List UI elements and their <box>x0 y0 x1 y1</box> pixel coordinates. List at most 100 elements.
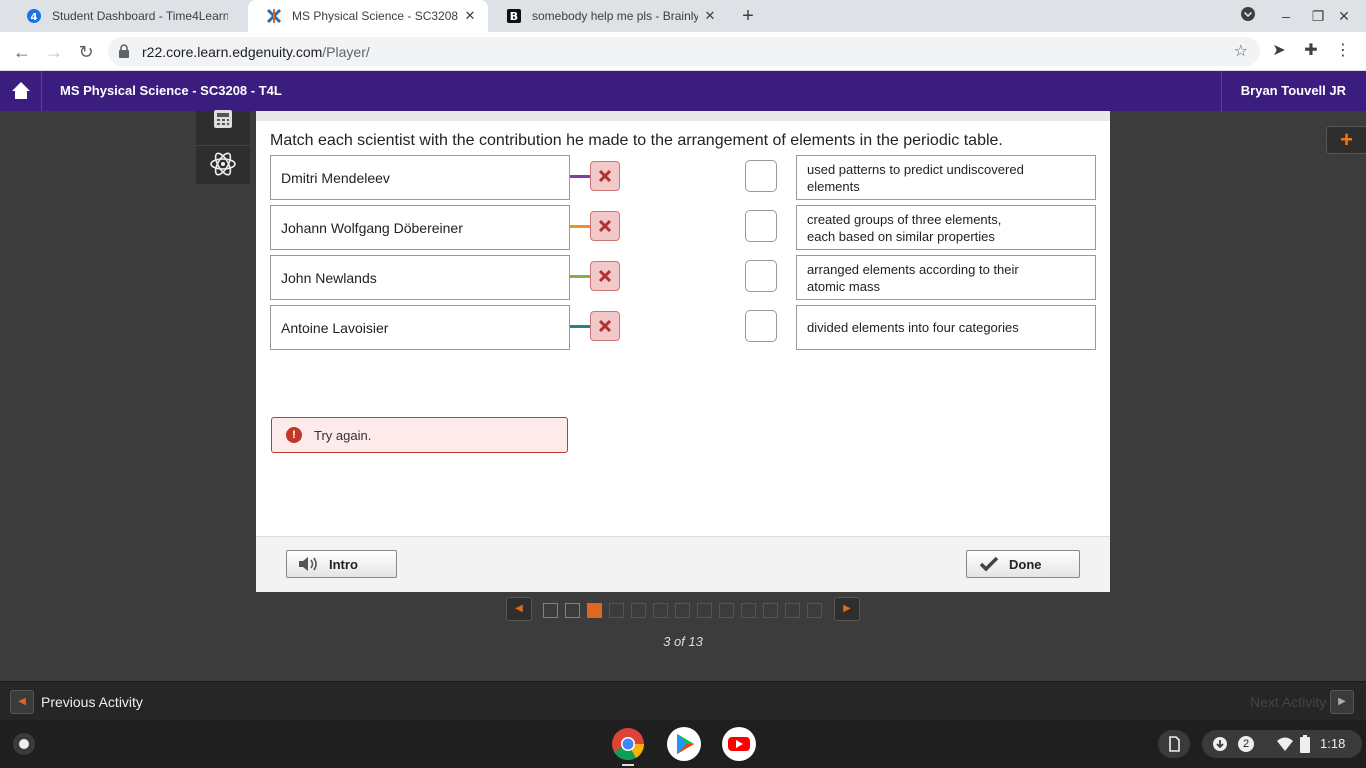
calculator-button[interactable] <box>196 101 250 137</box>
user-name[interactable]: Bryan Touvell JR <box>1241 83 1346 98</box>
periodic-table-button[interactable] <box>196 145 250 181</box>
new-tab-plus-icon[interactable]: + <box>738 5 758 27</box>
extensions-puzzle-icon[interactable]: ✚ <box>1300 40 1322 62</box>
pager-dot[interactable] <box>675 603 690 618</box>
url-path: /Player/ <box>322 44 370 60</box>
scientist-box[interactable]: Antoine Lavoisier <box>270 305 570 350</box>
reload-icon[interactable]: ↻ <box>74 40 98 64</box>
home-icon <box>12 82 30 99</box>
connector-line <box>570 325 590 328</box>
tab-close-icon[interactable]: ✕ <box>462 8 478 24</box>
contribution-box: created groups of three elements, each ba… <box>796 205 1096 250</box>
contribution-box: used patterns to predict undiscovered ele… <box>796 155 1096 200</box>
contribution-text: created groups of three elements, each ba… <box>807 211 1001 245</box>
pager-dot-current[interactable] <box>587 603 602 618</box>
previous-activity-arrow-icon[interactable]: ◀ <box>10 690 34 714</box>
connector-line <box>570 175 590 178</box>
home-button[interactable] <box>0 71 42 111</box>
contribution-line: elements <box>807 178 860 194</box>
tab-title: Student Dashboard - Time4Learn <box>52 9 228 23</box>
pager-dot[interactable] <box>543 603 558 618</box>
launcher-icon[interactable] <box>12 732 36 756</box>
browser-toolbar: ← → ↻ r22.core.learn.edgenuity.com/Playe… <box>0 32 1366 71</box>
bookmark-star-icon[interactable]: ☆ <box>1234 41 1248 61</box>
expand-tools-plus-icon[interactable]: + <box>1326 126 1366 154</box>
tab-student-dashboard[interactable]: 4 Student Dashboard - Time4Learn <box>8 0 248 32</box>
url-text: r22.core.learn.edgenuity.com/Player/ <box>142 44 370 60</box>
tool-dock <box>196 110 250 184</box>
contribution-text: used patterns to predict undiscovered ele… <box>807 161 1024 195</box>
pager-dot[interactable] <box>697 603 712 618</box>
clock-time: 1:18 <box>1320 736 1346 751</box>
activity-card: Match each scientist with the contributi… <box>256 111 1110 592</box>
tab-brainly[interactable]: B somebody help me pls - Brainly.c ✕ <box>488 0 728 32</box>
pager-dot[interactable] <box>741 603 756 618</box>
x-icon <box>598 219 612 233</box>
incorrect-x-button[interactable] <box>590 311 620 341</box>
header-divider <box>1221 71 1222 111</box>
wifi-icon <box>1277 737 1293 751</box>
pager-dot[interactable] <box>763 603 778 618</box>
forward-arrow-icon[interactable]: → <box>42 40 66 64</box>
url-host: r22.core.learn.edgenuity.com <box>142 44 323 60</box>
pager-dot[interactable] <box>807 603 822 618</box>
pager-next-icon[interactable]: ▶ <box>834 597 860 621</box>
tab-search-icon[interactable] <box>1238 6 1258 26</box>
chrome-app-icon[interactable] <box>611 727 645 761</box>
activity-nav-bar: ◀ Previous Activity Next Activity ▶ <box>0 681 1366 720</box>
pager-prev-icon[interactable]: ◀ <box>506 597 532 621</box>
incorrect-x-button[interactable] <box>590 261 620 291</box>
svg-text:4: 4 <box>31 12 38 23</box>
tab-close-icon[interactable]: ✕ <box>702 8 718 24</box>
scientist-label: Antoine Lavoisier <box>281 319 389 336</box>
svg-text:B: B <box>510 10 518 23</box>
incorrect-x-button[interactable] <box>590 161 620 191</box>
scientist-box[interactable]: Johann Wolfgang Döbereiner <box>270 205 570 250</box>
x-icon <box>598 319 612 333</box>
notification-count-badge: 2 <box>1238 736 1254 752</box>
pager-dot[interactable] <box>631 603 646 618</box>
pager-dot[interactable] <box>653 603 668 618</box>
done-label: Done <box>1009 556 1042 572</box>
contribution-text: divided elements into four categories <box>807 320 1019 335</box>
pager-dot[interactable] <box>785 603 800 618</box>
contribution-line: each based on similar properties <box>807 228 995 244</box>
download-icon <box>1213 737 1227 751</box>
status-tray[interactable]: 2 1:18 <box>1202 730 1362 758</box>
pager-dot[interactable] <box>609 603 624 618</box>
cursor-extension-icon[interactable]: ➤ <box>1268 40 1290 62</box>
next-activity-arrow-icon: ▶ <box>1330 690 1354 714</box>
minimize-icon[interactable]: – <box>1276 6 1296 26</box>
previous-activity-label[interactable]: Previous Activity <box>41 694 143 710</box>
tab-title: somebody help me pls - Brainly.c <box>532 9 698 23</box>
pager-dot[interactable] <box>719 603 734 618</box>
incorrect-x-button[interactable] <box>590 211 620 241</box>
feedback-banner: ! Try again. <box>271 417 568 453</box>
contribution-line: arranged elements according to their <box>807 261 1019 277</box>
restore-icon[interactable]: ❐ <box>1308 6 1328 26</box>
match-target-box[interactable] <box>745 160 777 192</box>
contribution-line: atomic mass <box>807 278 880 294</box>
back-arrow-icon[interactable]: ← <box>10 40 34 64</box>
intro-button[interactable]: Intro <box>286 550 397 578</box>
scientist-box[interactable]: John Newlands <box>270 255 570 300</box>
question-prompt: Match each scientist with the contributi… <box>270 132 1003 149</box>
lock-icon <box>119 44 129 58</box>
done-button[interactable]: Done <box>966 550 1080 578</box>
youtube-icon[interactable] <box>722 727 756 761</box>
intro-label: Intro <box>329 556 358 572</box>
tab-ms-physical-science[interactable]: MS Physical Science - SC3208 - T ✕ <box>248 0 488 32</box>
contribution-line: used patterns to predict undiscovered <box>807 161 1024 177</box>
match-target-box[interactable] <box>745 310 777 342</box>
contribution-box: arranged elements according to their atom… <box>796 255 1096 300</box>
pager-dot[interactable] <box>565 603 580 618</box>
file-holding-space-icon[interactable] <box>1158 730 1190 758</box>
play-store-icon[interactable] <box>667 727 701 761</box>
window-close-icon[interactable]: ✕ <box>1334 6 1354 26</box>
scientist-box[interactable]: Dmitri Mendeleev <box>270 155 570 200</box>
match-target-box[interactable] <box>745 210 777 242</box>
activity-pager: ◀ ▶ <box>0 597 1366 627</box>
match-target-box[interactable] <box>745 260 777 292</box>
address-bar[interactable]: r22.core.learn.edgenuity.com/Player/ ☆ <box>108 37 1260 66</box>
chrome-menu-icon[interactable]: ⋮ <box>1332 40 1354 62</box>
